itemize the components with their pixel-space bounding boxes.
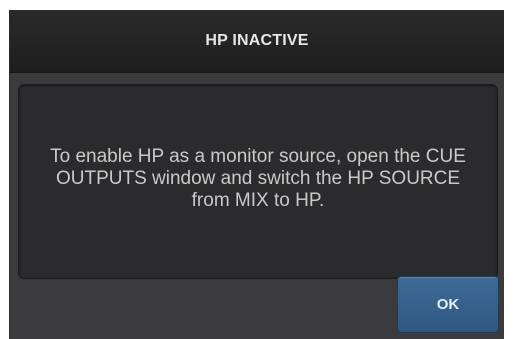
ok-button[interactable]: OK xyxy=(397,276,499,333)
hp-inactive-dialog: HP INACTIVE To enable HP as a monitor so… xyxy=(0,0,517,339)
dialog-titlebar: HP INACTIVE xyxy=(10,10,504,73)
message-panel: To enable HP as a monitor source, open t… xyxy=(18,84,498,279)
dialog-message: To enable HP as a monitor source, open t… xyxy=(50,145,466,211)
dialog-title: HP INACTIVE xyxy=(205,32,309,49)
